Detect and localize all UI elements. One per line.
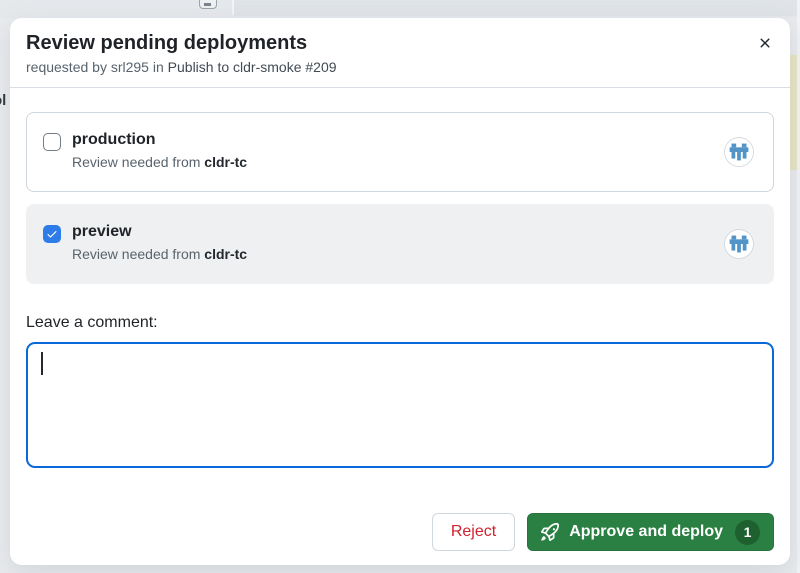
- page-background-top-strip-dark: [234, 0, 800, 16]
- environment-text: production Review needed from cldr-tc: [72, 130, 247, 170]
- close-button[interactable]: [752, 30, 778, 56]
- reviewer-team-name: cldr-tc: [204, 154, 248, 170]
- dialog-body: production Review needed from cldr-tc pr…: [10, 88, 790, 567]
- approve-and-deploy-button[interactable]: Approve and deploy 1: [527, 513, 774, 551]
- cldr-tc-team-avatar-icon: [724, 229, 754, 259]
- cldr-tc-team-avatar-icon: [724, 137, 754, 167]
- dialog-title: Review pending deployments: [26, 32, 308, 54]
- x-icon: [757, 35, 773, 51]
- approve-button-label: Approve and deploy: [569, 523, 723, 540]
- dialog-footer: Reject Approve and deploy 1: [26, 513, 774, 551]
- environment-review-note: Review needed from cldr-tc: [72, 154, 247, 170]
- dialog-header: Review pending deployments requested by …: [10, 18, 790, 88]
- review-note-prefix: Review needed from: [72, 154, 201, 170]
- comment-input[interactable]: [26, 342, 774, 468]
- environment-row-production: production Review needed from cldr-tc: [26, 112, 774, 192]
- subtitle-requested-by: requested by srl295 in: [26, 59, 164, 75]
- review-note-prefix: Review needed from: [72, 246, 201, 262]
- comment-label: Leave a comment:: [26, 314, 158, 331]
- pending-count-badge: 1: [735, 519, 760, 545]
- environment-row-preview: preview Review needed from cldr-tc: [26, 204, 774, 284]
- reject-button[interactable]: Reject: [431, 513, 516, 551]
- production-checkbox[interactable]: [43, 133, 61, 151]
- environment-name: preview: [72, 223, 132, 240]
- background-window-icon: [199, 0, 217, 9]
- comment-area-wrapper: [26, 342, 774, 468]
- rocket-icon: [541, 523, 560, 541]
- environment-text: preview Review needed from cldr-tc: [72, 222, 247, 262]
- page-background-divider: [232, 0, 234, 15]
- dialog-subtitle: requested by srl295 in Publish to cldr-s…: [26, 59, 774, 75]
- review-deployments-dialog: Review pending deployments requested by …: [10, 18, 790, 565]
- workflow-run-name: Publish to cldr-smoke #209: [167, 59, 337, 75]
- preview-checkbox[interactable]: [43, 225, 61, 243]
- reviewer-team-name: cldr-tc: [204, 246, 248, 262]
- background-clipped-text: ol: [0, 92, 7, 109]
- check-icon: [46, 228, 58, 240]
- environment-name: production: [72, 131, 156, 148]
- environment-review-note: Review needed from cldr-tc: [72, 246, 247, 262]
